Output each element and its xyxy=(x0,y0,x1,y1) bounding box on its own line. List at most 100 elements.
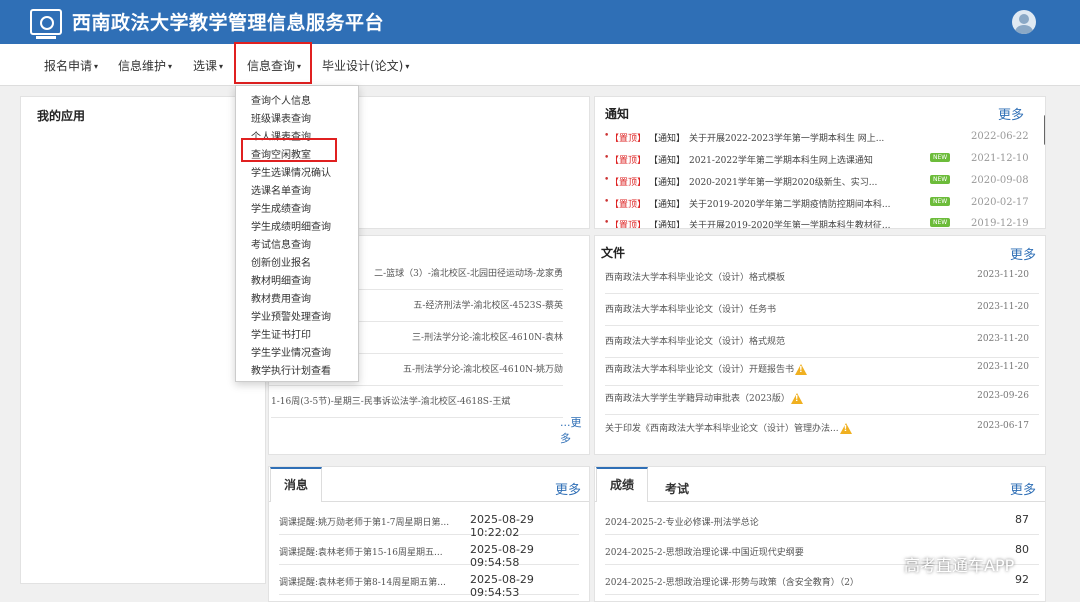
tab-exams[interactable]: 考试 xyxy=(665,480,689,497)
menu-item-selection-list[interactable]: 选课名单查询 xyxy=(251,182,311,197)
schedule-row-text: 三-刑法学分论-渝北校区-4610N-袁林 xyxy=(412,333,563,343)
files-more-link[interactable]: 更多 xyxy=(1010,244,1036,263)
notice-text: 2020-2021学年第一学期2020级新生、实习... xyxy=(689,178,878,188)
caret-down-icon: ▾ xyxy=(405,62,410,71)
caret-down-icon: ▾ xyxy=(219,62,224,71)
file-date: 2023-11-20 xyxy=(977,334,1029,344)
new-badge: NEW xyxy=(930,218,951,227)
file-date: 2023-06-17 xyxy=(977,421,1029,431)
nav-course-selection-label: 选课 xyxy=(193,59,218,73)
notice-text: 关于开展2019-2020学年第一学期本科生教材征... xyxy=(689,221,891,229)
grade-course: 2024-2025-2-专业必修课-刑法学总论 xyxy=(605,518,759,528)
nav-info-maintenance-label: 信息维护 xyxy=(118,59,167,73)
notice-date: 2019-12-19 xyxy=(971,218,1029,229)
nav-thesis-label: 毕业设计(论文) xyxy=(322,59,404,73)
files-panel: 文件 更多 西南政法大学本科毕业论文（设计）格式模板 2023-11-20 西南政… xyxy=(594,235,1046,455)
file-date: 2023-11-20 xyxy=(977,362,1029,372)
nav-thesis[interactable]: 毕业设计(论文) ▾ xyxy=(322,57,409,74)
menu-item-certificate-print[interactable]: 学生证书打印 xyxy=(251,326,311,341)
my-apps-panel: 我的应用 xyxy=(20,96,266,584)
file-name: 西南政法大学本科毕业论文（设计）开题报告书 xyxy=(605,365,795,375)
notice-date: 2022-06-22 xyxy=(971,131,1029,142)
tab-messages[interactable]: 消息 xyxy=(270,467,322,502)
warning-icon xyxy=(795,364,808,375)
nav-registration-label: 报名申请 xyxy=(44,59,93,73)
tab-grades[interactable]: 成绩 xyxy=(596,467,648,502)
file-date: 2023-11-20 xyxy=(977,270,1029,280)
pinned-label: 【置顶】 xyxy=(610,156,647,166)
notice-more-link[interactable]: 更多 xyxy=(998,104,1024,123)
user-avatar-icon[interactable] xyxy=(1012,10,1036,34)
messages-more-link[interactable]: 更多 xyxy=(555,479,581,498)
bullet-icon: • xyxy=(604,175,610,185)
bullet-icon: • xyxy=(604,153,610,163)
message-row[interactable]: 调课提醒:姚万勋老师于第1-7周星期日第... 2025-08-29 10:22:… xyxy=(279,509,579,539)
new-badge: NEW xyxy=(930,197,951,206)
menu-item-innovation-signup[interactable]: 创新创业报名 xyxy=(251,254,311,269)
menu-item-textbook-fees[interactable]: 教材费用查询 xyxy=(251,290,311,305)
bullet-icon: • xyxy=(604,197,610,207)
watermark-text: 高考直通车APP xyxy=(904,556,1015,575)
menu-item-academic-status[interactable]: 学生学业情况查询 xyxy=(251,344,331,359)
menu-item-teaching-plan[interactable]: 教学执行计划查看 xyxy=(251,362,331,377)
file-row[interactable]: 西南政法大学本科毕业论文（设计）开题报告书 2023-11-20 xyxy=(605,362,1039,386)
file-row[interactable]: 西南政法大学学生学籍异动审批表（2023版） 2023-09-26 xyxy=(605,391,1039,415)
file-name: 西南政法大学本科毕业论文（设计）格式规范 xyxy=(605,337,786,347)
grades-panel: 成绩 考试 更多 2024-2025-2-专业必修课-刑法学总论 87 2024-… xyxy=(594,466,1046,602)
menu-item-class-schedule[interactable]: 班级课表查询 xyxy=(251,110,311,125)
notice-row[interactable]: • 【置顶】 【通知】 2021-2022学年第二学期本科生网上选课通知 NEW… xyxy=(595,153,1035,173)
grades-more-link[interactable]: 更多 xyxy=(1010,479,1036,498)
info-query-dropdown: 查询个人信息 班级课表查询 个人课表查询 查询空闲教室 学生选课情况确认 选课名… xyxy=(235,85,359,382)
platform-logo-icon xyxy=(30,9,62,39)
menu-item-exam-info[interactable]: 考试信息查询 xyxy=(251,236,311,251)
notice-date: 2020-02-17 xyxy=(971,197,1029,208)
notice-row[interactable]: • 【置顶】 【通知】 关于开展2022-2023学年第一学期本科生 网上...… xyxy=(595,131,1035,151)
notice-row[interactable]: • 【置顶】 【通知】 2020-2021学年第一学期2020级新生、实习...… xyxy=(595,175,1035,195)
notice-tag: 【通知】 xyxy=(649,156,686,166)
file-row[interactable]: 关于印发《西南政法大学本科毕业论文（设计）管理办法... 2023-06-17 xyxy=(605,421,1039,445)
notice-scrollbar[interactable] xyxy=(1044,115,1045,145)
menu-item-textbook-details[interactable]: 教材明细查询 xyxy=(251,272,311,287)
menu-item-personal-info[interactable]: 查询个人信息 xyxy=(251,92,311,107)
grades-tab-divider xyxy=(595,501,1045,502)
schedule-row[interactable]: 1-16周(3-5节)-星期三-民事诉讼法学-渝北校区-4618S-王斌 xyxy=(271,394,563,418)
nav-info-maintenance[interactable]: 信息维护 ▾ xyxy=(118,57,172,74)
notice-row[interactable]: • 【置顶】 【通知】 关于2019-2020学年第二学期疫情防控期间本科...… xyxy=(595,197,1035,217)
schedule-row-text: 五-刑法学分论-渝北校区-4610N-姚万勋 xyxy=(403,365,563,375)
message-time: 2025-08-29 10:22:02 xyxy=(470,513,534,539)
messages-panel: 消息 更多 调课提醒:姚万勋老师于第1-7周星期日第... 2025-08-29 … xyxy=(268,466,590,602)
file-row[interactable]: 西南政法大学本科毕业论文（设计）格式规范 2023-11-20 xyxy=(605,334,1039,358)
nav-registration[interactable]: 报名申请 ▾ xyxy=(44,57,98,74)
menu-item-selection-confirm[interactable]: 学生选课情况确认 xyxy=(251,164,331,179)
menu-item-grade-details[interactable]: 学生成绩明细查询 xyxy=(251,218,331,233)
pinned-label: 【置顶】 xyxy=(610,178,647,188)
my-apps-title: 我的应用 xyxy=(37,109,86,123)
schedule-more-link[interactable]: ...更多 xyxy=(560,414,589,446)
notice-text: 关于2019-2020学年第二学期疫情防控期间本科... xyxy=(689,200,891,210)
notice-tag: 【通知】 xyxy=(649,178,686,188)
grade-score: 92 xyxy=(1015,573,1029,586)
notice-tag: 【通知】 xyxy=(649,221,686,229)
top-header: 西南政法大学教学管理信息服务平台 xyxy=(0,0,1080,44)
menu-item-grades[interactable]: 学生成绩查询 xyxy=(251,200,311,215)
notice-date: 2021-12-10 xyxy=(971,153,1029,164)
file-row[interactable]: 西南政法大学本科毕业论文（设计）任务书 2023-11-20 xyxy=(605,302,1039,326)
new-badge: NEW xyxy=(930,175,951,184)
message-row[interactable]: 调课提醒:袁林老师于第15-16周星期五... 2025-08-29 09:54:… xyxy=(279,539,579,569)
message-row[interactable]: 调课提醒:袁林老师于第8-14周星期五第... 2025-08-29 09:54:… xyxy=(279,569,579,599)
grade-row[interactable]: 2024-2025-2-专业必修课-刑法学总论 87 xyxy=(605,509,1039,535)
pinned-label: 【置顶】 xyxy=(610,221,647,229)
notice-row[interactable]: • 【置顶】 【通知】 关于开展2019-2020学年第一学期本科生教材征...… xyxy=(595,218,1035,229)
grade-score: 87 xyxy=(1015,513,1029,526)
nav-course-selection[interactable]: 选课 ▾ xyxy=(193,57,223,74)
message-text: 调课提醒:袁林老师于第8-14周星期五第... xyxy=(279,578,446,588)
file-row[interactable]: 西南政法大学本科毕业论文（设计）格式模板 2023-11-20 xyxy=(605,270,1039,294)
schedule-row-text: 二-篮球（3）-渝北校区-北园田径运动场-龙家勇 xyxy=(374,269,563,279)
platform-title: 西南政法大学教学管理信息服务平台 xyxy=(72,12,385,34)
new-badge: NEW xyxy=(930,153,951,162)
bullet-icon: • xyxy=(604,131,610,141)
pinned-label: 【置顶】 xyxy=(610,134,647,144)
menu-item-academic-warning[interactable]: 学业预警处理查询 xyxy=(251,308,331,323)
warning-icon xyxy=(790,393,803,404)
grade-score: 80 xyxy=(1015,543,1029,556)
